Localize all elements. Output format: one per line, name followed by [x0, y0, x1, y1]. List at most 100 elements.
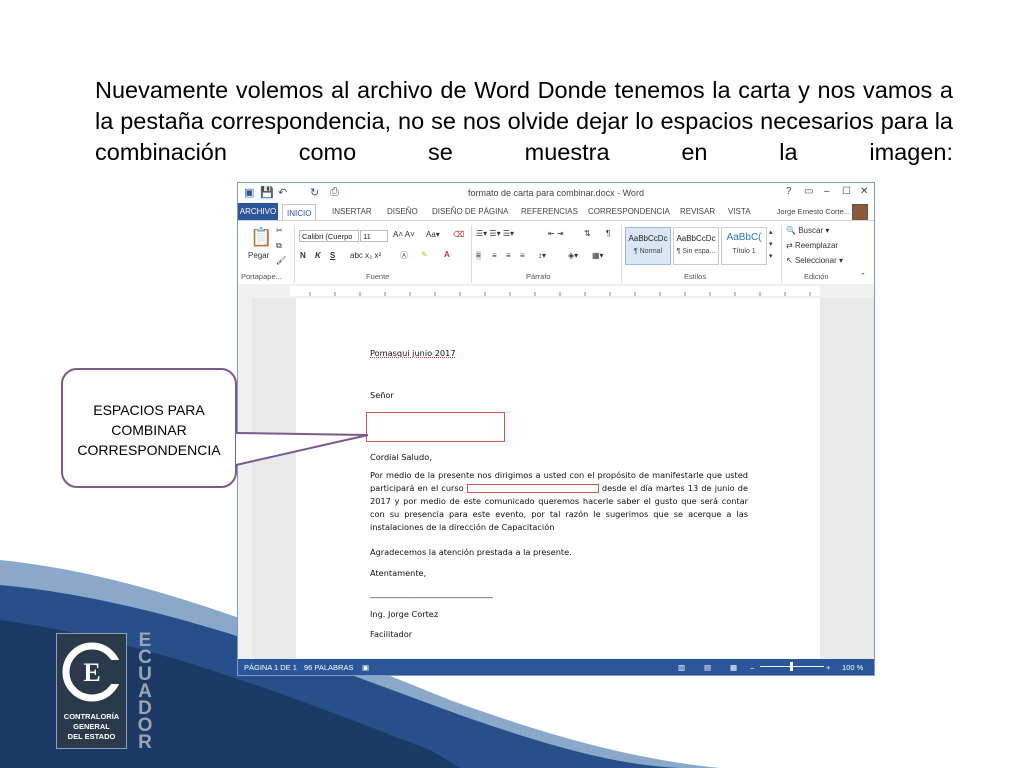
zoom-in-icon[interactable]: + — [826, 663, 830, 672]
tab-insertar[interactable]: INSERTAR — [328, 203, 376, 221]
font-color-icon[interactable]: A — [444, 250, 450, 259]
style-heading-1[interactable]: AaBbC( Título 1 — [721, 227, 767, 265]
document-page[interactable]: Pomasqui junio 2017 Señor Cordial Saludo… — [296, 298, 820, 661]
grow-font-icon[interactable]: A˄ A˅ — [393, 230, 415, 239]
style-name: ¶ Sin espa... — [676, 248, 716, 255]
callout-line: COMBINAR — [111, 422, 187, 438]
indent-icon[interactable]: ⇤ ⇥ — [548, 229, 564, 238]
format-painter-icon[interactable]: 🖌 — [276, 256, 286, 265]
text-effects-icon[interactable]: Ⓐ — [400, 250, 408, 261]
font-size-select[interactable]: 11 — [360, 230, 388, 242]
bullets-icon[interactable]: ☰▾ ☰▾ ☰▾ — [476, 229, 514, 238]
page-count[interactable]: PÁGINA 1 DE 1 — [244, 663, 297, 672]
tab-archivo[interactable]: ARCHIVO — [238, 203, 278, 221]
tab-referencias[interactable]: REFERENCIAS — [517, 203, 582, 221]
thanks-line: Agradecemos la atención prestada a la pr… — [370, 547, 572, 557]
group-clipboard-label: Portapape... — [241, 272, 282, 281]
course-merge-space — [466, 484, 599, 493]
paste-icon[interactable]: 📋 — [250, 227, 272, 248]
signature-line: ______________________________ — [370, 588, 493, 598]
tab-revisar[interactable]: REVISAR — [676, 203, 719, 221]
align-center-icon[interactable]: ≡ — [492, 251, 497, 260]
group-editing-label: Edición — [804, 272, 829, 281]
title-bar: ▣ 💾 ↶ ↻ ⎙ formato de carta para combinar… — [238, 183, 874, 203]
justify-icon[interactable]: ≡ — [520, 251, 525, 260]
signer-title: Facilitador — [370, 629, 413, 639]
document-area[interactable]: Pomasqui junio 2017 Señor Cordial Saludo… — [252, 298, 874, 661]
print-layout-icon[interactable]: ▤ — [704, 663, 711, 672]
read-mode-icon[interactable]: ▥ — [678, 663, 685, 672]
italic-icon[interactable]: K — [315, 251, 321, 260]
select-button[interactable]: ↖ Seleccionar ▾ — [786, 256, 843, 265]
word-count[interactable]: 96 PALABRAS — [304, 663, 353, 672]
sort-icon[interactable]: ⇅ — [584, 229, 591, 238]
strikethrough-icon[interactable]: abc x₂ x² — [350, 251, 381, 260]
minimize-button[interactable]: – — [824, 186, 830, 197]
logo-name-line: CONTRALORÍA — [63, 712, 120, 721]
slide-heading: Nuevamente volemos al archivo de Word Do… — [95, 77, 953, 165]
zoom-level[interactable]: 100 % — [842, 663, 863, 672]
clear-format-icon[interactable]: ⌫ — [453, 230, 464, 239]
logo-name: CONTRALORÍA GENERAL DEL ESTADO — [58, 712, 125, 742]
close-button[interactable]: ✕ — [860, 186, 868, 197]
tab-correspondencia[interactable]: CORRESPONDENCIA — [584, 203, 674, 221]
separator — [294, 225, 295, 283]
align-right-icon[interactable]: ≡ — [506, 251, 511, 260]
styles-scroll-icon[interactable]: ▴ ▾ ▾ — [769, 227, 773, 263]
style-name: Título 1 — [732, 248, 756, 255]
logo-letter: R — [138, 732, 152, 753]
style-no-spacing[interactable]: AaBbCcDc ¶ Sin espa... — [673, 227, 719, 265]
zoom-slider-thumb[interactable] — [790, 662, 793, 671]
search-icon: 🔍 — [786, 226, 796, 235]
style-name: ¶ Normal — [633, 248, 663, 255]
line-spacing-icon[interactable]: ↕▾ — [538, 251, 546, 260]
maximize-button[interactable]: ☐ — [842, 186, 851, 197]
zoom-out-icon[interactable]: – — [750, 663, 754, 672]
collapse-ribbon-icon[interactable]: ⌃ — [860, 272, 866, 280]
shading-icon[interactable]: ◈▾ — [568, 251, 578, 260]
highlight-icon[interactable]: ✎ — [421, 250, 428, 259]
web-layout-icon[interactable]: ▦ — [730, 663, 737, 672]
underline-icon[interactable]: S — [330, 251, 335, 260]
change-case-icon[interactable]: Aa▾ — [426, 230, 440, 239]
closing-line: Atentamente, — [370, 568, 427, 578]
show-marks-icon[interactable]: ¶ — [606, 229, 610, 238]
style-sample: AaBbC( — [726, 232, 762, 243]
help-button[interactable]: ? — [786, 186, 792, 197]
replace-label: Reemplazar — [794, 241, 839, 250]
copy-icon[interactable]: ⧉ — [276, 241, 282, 251]
ribbon: 📋 Pegar ✂ ⧉ 🖌 Portapape... Calibri (Cuer… — [238, 220, 874, 286]
signer-name: Ing. Jorge Cortez — [370, 609, 439, 619]
ribbon-display-button[interactable]: ▭ — [804, 186, 813, 197]
style-normal[interactable]: AaBbCcDc ¶ Normal — [625, 227, 671, 265]
user-name[interactable]: Jorge Ernesto Corte... — [777, 207, 850, 216]
recipient-merge-space — [366, 412, 505, 442]
find-label: Buscar — [798, 226, 824, 235]
logo-emblem-icon: E — [62, 642, 128, 702]
proofing-icon[interactable]: ▣ — [362, 663, 369, 672]
style-sample: AaBbCcDc — [628, 234, 668, 243]
group-paragraph-label: Párrafo — [526, 272, 551, 281]
bold-icon[interactable]: N — [300, 251, 306, 260]
window-title: formato de carta para combinar.docx - Wo… — [468, 188, 644, 198]
cut-icon[interactable]: ✂ — [276, 226, 283, 235]
font-name-select[interactable]: Calibri (Cuerpo — [299, 230, 359, 242]
separator — [621, 225, 622, 283]
tab-vista[interactable]: VISTA — [724, 203, 755, 221]
tab-diseno-pagina[interactable]: DISEÑO DE PÁGINA — [428, 203, 512, 221]
find-button[interactable]: 🔍 Buscar ▾ — [786, 226, 829, 235]
paste-button[interactable]: Pegar — [248, 251, 269, 260]
vertical-ruler[interactable] — [238, 298, 253, 661]
logo-name-line: DEL ESTADO — [67, 732, 116, 741]
horizontal-ruler[interactable] — [238, 284, 874, 299]
borders-icon[interactable]: ▦▾ — [592, 251, 604, 260]
ruler-track — [290, 286, 820, 296]
group-styles-label: Estilos — [684, 272, 707, 281]
align-left-icon[interactable]: ≡ — [476, 251, 481, 260]
status-bar: PÁGINA 1 DE 1 96 PALABRAS ▣ ▥ ▤ ▦ – + 10… — [238, 659, 874, 675]
replace-button[interactable]: ⇄ Reemplazar — [786, 241, 838, 250]
logo-name-line: GENERAL — [73, 722, 110, 731]
svg-text:E: E — [83, 658, 100, 687]
select-label: Seleccionar — [794, 256, 837, 265]
tab-diseno[interactable]: DISEÑO — [383, 203, 422, 221]
